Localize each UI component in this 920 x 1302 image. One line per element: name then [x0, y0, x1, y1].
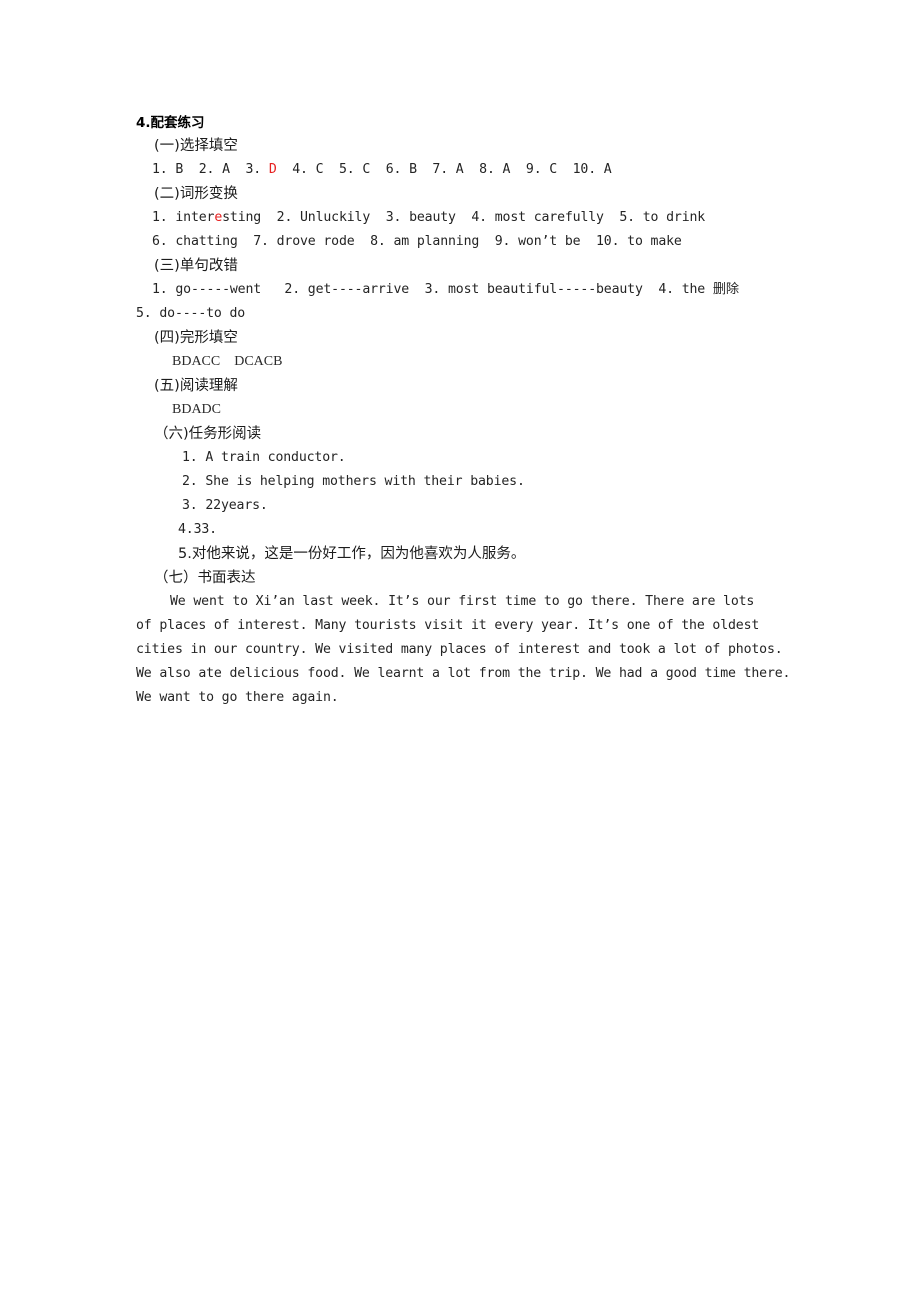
correction-answers-line-1: 1. go-----went 2. get----arrive 3. most … [152, 282, 739, 297]
answer-highlight-d: D [268, 162, 277, 177]
reading-answer-key: BDADC [172, 402, 222, 417]
task-reading-item-5: 5.对他来说，这是一份好工作，因为他喜欢为人服务。 [178, 546, 526, 562]
task-reading-item-3: 3. 22years. [182, 498, 268, 513]
answer-text-part: 1. B 2. A 3. [152, 162, 269, 177]
wordform-answers-line-2: 6. chatting 7. drove rode 8. am planning… [152, 234, 682, 249]
answer-text-part: 1. inter [152, 210, 215, 225]
section-label-four: (四)完形填空 [154, 330, 238, 346]
section-label-seven: （七）书面表达 [154, 570, 256, 586]
section-label-one: (一)选择填空 [154, 138, 238, 154]
document-body: 4.配套练习 (一)选择填空 1. B 2. A 3. D 4. C 5. C … [136, 112, 791, 710]
essay-line-3: cities in our country. We visited many p… [136, 642, 783, 657]
essay-line-2: of places of interest. Many tourists vis… [136, 618, 760, 633]
section-label-five: (五)阅读理解 [154, 378, 238, 394]
task-reading-item-4: 4.33. [178, 522, 217, 537]
page-title: 4.配套练习 [136, 115, 205, 131]
wordform-answers-line-1: 1. interesting 2. Unluckily 3. beauty 4.… [136, 206, 784, 230]
section-label-six: （六)任务形阅读 [154, 426, 262, 442]
section-label-three: (三)单句改错 [154, 258, 238, 274]
answer-text-part: 4. C 5. C 6. B 7. A 8. A 9. C 10. A [276, 162, 612, 177]
essay-line-5: We want to go there again. [136, 690, 339, 705]
correction-answers-line-2: 5. do----to do [136, 306, 246, 321]
cloze-answer-key: BDACC DCACB [172, 354, 283, 369]
answer-text-part: sting 2. Unluckily 3. beauty 4. most car… [222, 210, 706, 225]
section-label-two: (二)词形变换 [154, 186, 238, 202]
essay-line-4: We also ate delicious food. We learnt a … [136, 666, 791, 681]
task-reading-item-1: 1. A train conductor. [182, 450, 346, 465]
multiple-choice-answers: 1. B 2. A 3. D 4. C 5. C 6. B 7. A 8. A … [136, 158, 784, 182]
essay-line-1: We went to Xi’an last week. It’s our fir… [170, 594, 755, 609]
answer-highlight-e: e [214, 210, 223, 225]
document-page: 4.配套练习 (一)选择填空 1. B 2. A 3. D 4. C 5. C … [0, 0, 920, 1302]
task-reading-item-2: 2. She is helping mothers with their bab… [182, 474, 525, 489]
